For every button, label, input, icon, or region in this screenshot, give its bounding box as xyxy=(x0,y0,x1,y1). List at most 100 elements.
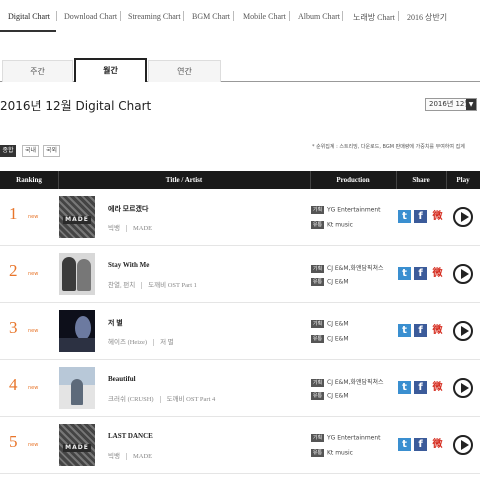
album-cover[interactable]: MADE xyxy=(59,424,95,466)
cover-moon xyxy=(75,316,91,340)
filter-domestic-button[interactable]: 국내 xyxy=(22,145,39,157)
play-button[interactable] xyxy=(453,264,473,284)
page-title: 2016년 12월 Digital Chart xyxy=(0,99,152,113)
label-tag: 유통 xyxy=(311,278,324,286)
album-name[interactable]: MADE xyxy=(133,453,152,460)
facebook-icon[interactable]: f xyxy=(414,324,427,337)
cover-figure xyxy=(71,379,83,405)
nav-streaming-chart[interactable]: Streaming Chart xyxy=(128,12,181,21)
production-label: 기획 CJ E&M xyxy=(311,320,349,328)
play-button[interactable] xyxy=(453,207,473,227)
artist-name[interactable]: 크러쉬 (CRUSH) xyxy=(108,396,154,403)
play-button[interactable] xyxy=(453,435,473,455)
artist-album: 빅뱅 MADE xyxy=(108,222,152,233)
facebook-icon[interactable]: f xyxy=(414,267,427,280)
rank-change-badge: new xyxy=(28,214,39,220)
song-title[interactable]: Beautiful xyxy=(108,375,136,383)
nav-divider xyxy=(289,11,290,21)
header-share: Share xyxy=(412,176,430,184)
weibo-icon[interactable]: 微 xyxy=(431,210,444,223)
divider xyxy=(141,282,143,290)
table-row: 5 new MADE LAST DANCE 빅뱅 MADE 기획 YG Entert… xyxy=(0,417,480,474)
label-name: CJ E&M xyxy=(327,320,349,328)
tab-yearly[interactable]: 연간 xyxy=(148,60,221,82)
album-cover[interactable] xyxy=(59,253,95,295)
label-name: CJ E&M xyxy=(327,335,349,343)
nav-active-indicator xyxy=(0,30,56,32)
weibo-icon[interactable]: 微 xyxy=(431,438,444,451)
song-title[interactable]: 에라 모르겠다 xyxy=(108,204,148,214)
label-name: Kt music xyxy=(327,221,353,229)
nav-album-chart[interactable]: Album Chart xyxy=(298,12,340,21)
album-name[interactable]: 도깨비 OST Part 4 xyxy=(167,396,216,403)
facebook-icon[interactable]: f xyxy=(414,381,427,394)
label-tag: 기획 xyxy=(311,434,324,442)
twitter-icon[interactable]: t xyxy=(398,381,411,394)
label-name: YG Entertainment xyxy=(327,434,381,442)
label-name: YG Entertainment xyxy=(327,206,381,214)
twitter-icon[interactable]: t xyxy=(398,267,411,280)
nav-mobile-chart[interactable]: Mobile Chart xyxy=(243,12,286,21)
artist-name[interactable]: 헤이즈 (Heize) xyxy=(108,339,147,346)
twitter-icon[interactable]: t xyxy=(398,324,411,337)
play-button[interactable] xyxy=(453,321,473,341)
nav-digital-chart[interactable]: Digital Chart xyxy=(8,12,50,21)
album-cover[interactable] xyxy=(59,310,95,352)
table-row: 1 new MADE 에라 모르겠다 빅뱅 MADE 기획 YG Entertain… xyxy=(0,189,480,246)
cover-figure xyxy=(62,257,76,291)
label-tag: 기획 xyxy=(311,378,324,387)
artist-name[interactable]: 찬열, 펀치 xyxy=(108,282,135,289)
distribution-label: 유통 Kt music xyxy=(311,449,353,457)
song-title[interactable]: 저 별 xyxy=(108,318,123,328)
rank-change-badge: new xyxy=(28,442,39,448)
table-row: 2 new Stay With Me 찬열, 펀치 도깨비 OST Part 1 … xyxy=(0,246,480,303)
filter-all-button[interactable]: 종합 xyxy=(0,145,16,157)
tab-monthly[interactable]: 월간 xyxy=(74,58,147,82)
song-title[interactable]: Stay With Me xyxy=(108,261,149,269)
weibo-icon[interactable]: 微 xyxy=(431,267,444,280)
tab-weekly[interactable]: 주간 xyxy=(2,60,73,82)
production-label: 기획 CJ E&M,화앤담픽쳐스 xyxy=(311,263,384,273)
label-tag: 기획 xyxy=(311,264,324,273)
distribution-label: 유통 CJ E&M xyxy=(311,278,349,286)
artist-name[interactable]: 빅뱅 xyxy=(108,225,120,232)
nav-download-chart[interactable]: Download Chart xyxy=(64,12,117,21)
album-name[interactable]: 저 별 xyxy=(160,339,174,346)
album-name[interactable]: 도깨비 OST Part 1 xyxy=(148,282,197,289)
weibo-icon[interactable]: 微 xyxy=(431,324,444,337)
song-title[interactable]: LAST DANCE xyxy=(108,432,153,440)
facebook-icon[interactable]: f xyxy=(414,210,427,223)
artist-album: 빅뱅 MADE xyxy=(108,450,152,461)
album-cover[interactable] xyxy=(59,367,95,409)
artist-name[interactable]: 빅뱅 xyxy=(108,453,120,460)
rank-number: 2 xyxy=(9,261,18,280)
cover-logo: MADE xyxy=(63,216,91,224)
twitter-icon[interactable]: t xyxy=(398,210,411,223)
play-icon xyxy=(461,440,469,450)
twitter-icon[interactable]: t xyxy=(398,438,411,451)
artist-album: 찬열, 펀치 도깨비 OST Part 1 xyxy=(108,279,197,290)
label-name: Kt music xyxy=(327,449,353,457)
month-select[interactable]: 2016년 12월 ▼ xyxy=(425,98,477,111)
nav-divider xyxy=(233,11,234,21)
facebook-icon[interactable]: f xyxy=(414,438,427,451)
label-tag: 기획 xyxy=(311,206,324,214)
ranking-note: * 순위집계 : 스트리밍, 다운로드, BGM 판매량에 가중치를 부여하여 … xyxy=(312,144,465,150)
table-row: 3 new 저 별 헤이즈 (Heize) 저 별 기획 CJ E&M 유통 CJ E… xyxy=(0,303,480,360)
label-name: CJ E&M xyxy=(327,392,349,400)
period-tabs: 주간 월간 연간 xyxy=(0,58,480,82)
rank-change-badge: new xyxy=(28,271,39,277)
label-name: CJ E&M xyxy=(327,278,349,286)
play-button[interactable] xyxy=(453,378,473,398)
nav-noraebang-chart[interactable]: 노래방 Chart xyxy=(353,12,395,23)
distribution-label: 유통 CJ E&M xyxy=(311,392,349,400)
weibo-icon[interactable]: 微 xyxy=(431,381,444,394)
divider xyxy=(153,339,155,347)
nav-bgm-chart[interactable]: BGM Chart xyxy=(192,12,230,21)
album-name[interactable]: MADE xyxy=(133,225,152,232)
nav-2016-first-half[interactable]: 2016 상반기 xyxy=(407,12,447,23)
filter-foreign-button[interactable]: 국외 xyxy=(43,145,60,157)
album-cover[interactable]: MADE xyxy=(59,196,95,238)
divider xyxy=(125,453,127,461)
header-production: Production xyxy=(336,176,370,184)
